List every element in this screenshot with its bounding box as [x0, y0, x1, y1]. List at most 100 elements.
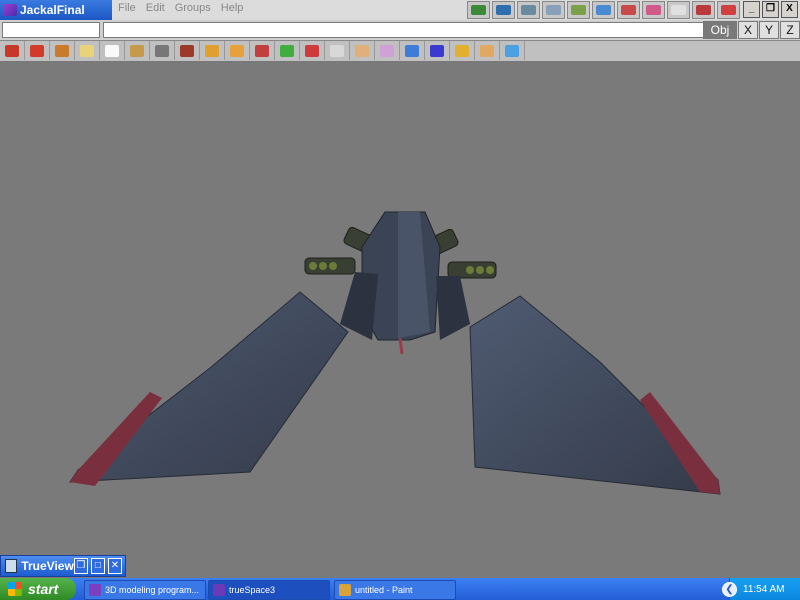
3d-viewport[interactable]	[0, 62, 800, 578]
settings-icon	[571, 5, 586, 15]
left-engine-pod	[304, 257, 356, 275]
top-orbit-button[interactable]	[542, 1, 565, 19]
tool-plane-button[interactable]	[475, 41, 500, 60]
truespace-icon	[213, 584, 225, 596]
clock: 11:54 AM	[743, 583, 785, 595]
pointer-icon	[105, 44, 119, 57]
trueview-panel[interactable]: TrueView ❐ □ ✕	[0, 555, 126, 577]
menu-file[interactable]: File	[118, 0, 136, 20]
top-settings-button[interactable]	[567, 1, 590, 19]
taskbar-item-label: trueSpace3	[229, 585, 276, 595]
material-sphere-icon	[255, 44, 269, 57]
object-box-icon	[55, 44, 69, 57]
sphere-icon	[230, 44, 244, 57]
top-materials-button[interactable]	[617, 1, 640, 19]
tool-erase-button[interactable]	[0, 41, 25, 60]
right-engine-pod	[447, 261, 497, 279]
trueview-maximize-button[interactable]: □	[90, 558, 105, 574]
axis-selector: Obj X Y Z	[702, 21, 800, 39]
top-icon-bar	[467, 1, 740, 19]
color-balls-icon	[405, 44, 419, 57]
gears-icon	[455, 44, 469, 57]
tool-grid-button[interactable]	[425, 41, 450, 60]
tool-light-bulb-button[interactable]	[75, 41, 100, 60]
status-bar: Obj X Y Z	[0, 20, 800, 41]
tool-deform-button[interactable]	[350, 41, 375, 60]
prism-icon	[205, 44, 219, 57]
trueview-label: TrueView	[21, 559, 74, 573]
materials-icon	[621, 5, 636, 15]
taskbar-item-3d-modeling[interactable]: 3D modeling program...	[84, 580, 206, 600]
texture-icon	[380, 44, 394, 57]
top-paint-button[interactable]	[492, 1, 515, 19]
menu-groups[interactable]: Groups	[175, 0, 211, 20]
menu-help[interactable]: Help	[221, 0, 244, 20]
obj-toggle[interactable]: Obj	[703, 21, 737, 39]
top-render-button[interactable]	[467, 1, 490, 19]
taskbar-item-truespace[interactable]: trueSpace3	[208, 580, 330, 600]
top-library-button[interactable]	[592, 1, 615, 19]
tool-texture-button[interactable]	[375, 41, 400, 60]
close-button[interactable]: X	[781, 1, 798, 18]
truespace-app-icon	[3, 4, 17, 16]
tool-path-button[interactable]	[325, 41, 350, 60]
library-icon	[596, 5, 611, 15]
trueview-close-button[interactable]: ✕	[107, 558, 123, 574]
taskbar-item-label: untitled - Paint	[355, 585, 413, 595]
blob-icon	[280, 44, 294, 57]
y-axis-toggle[interactable]: Y	[759, 21, 779, 39]
plane-icon	[480, 44, 494, 57]
browser-icon	[89, 584, 101, 596]
window-title: JackalFinal	[0, 0, 112, 20]
top-display-button[interactable]	[667, 1, 690, 19]
top-palette-button[interactable]	[642, 1, 665, 19]
tool-prism-button[interactable]	[200, 41, 225, 60]
x-axis-toggle[interactable]: X	[738, 21, 758, 39]
right-intake	[436, 276, 470, 340]
tool-gears-button[interactable]	[450, 41, 475, 60]
restore-button[interactable]: ❐	[762, 1, 779, 18]
top-help-button[interactable]	[717, 1, 740, 19]
network-icon	[696, 5, 711, 15]
display-icon	[671, 5, 686, 15]
tool-move-down-button[interactable]	[150, 41, 175, 60]
fly-icon	[521, 5, 536, 15]
tool-blob-button[interactable]	[275, 41, 300, 60]
move-down-icon	[155, 44, 169, 57]
object-name-field[interactable]	[2, 22, 100, 38]
tool-paint-brush-button[interactable]	[300, 41, 325, 60]
tool-delete-button[interactable]	[25, 41, 50, 60]
tool-render-3d-button[interactable]	[500, 41, 525, 60]
z-axis-toggle[interactable]: Z	[780, 21, 800, 39]
top-fly-button[interactable]	[517, 1, 540, 19]
help-icon	[721, 5, 736, 15]
minimize-button[interactable]: _	[743, 1, 760, 18]
paint-icon	[496, 5, 511, 15]
tool-pointer-button[interactable]	[100, 41, 125, 60]
taskbar-item-paint[interactable]: untitled - Paint	[334, 580, 456, 600]
tool-color-balls-button[interactable]	[400, 41, 425, 60]
tool-object-box-button[interactable]	[50, 41, 75, 60]
top-network-button[interactable]	[692, 1, 715, 19]
erase-icon	[5, 44, 19, 57]
window-controls: _ ❐ X	[743, 1, 798, 18]
tool-rotate-object-button[interactable]	[125, 41, 150, 60]
paint-icon	[339, 584, 351, 596]
truespace-window: JackalFinal File Edit Groups Help _ ❐ X …	[0, 0, 800, 600]
tool-sphere-button[interactable]	[225, 41, 250, 60]
trueview-restore-button[interactable]: ❐	[73, 558, 88, 574]
light-bulb-icon	[80, 44, 94, 57]
rotate-object-icon	[130, 44, 144, 57]
menu-edit[interactable]: Edit	[146, 0, 165, 20]
start-button[interactable]: start	[0, 578, 76, 600]
grid-icon	[430, 44, 444, 57]
window-title-text: JackalFinal	[20, 3, 85, 17]
tray-chevron-icon[interactable]: ❮	[722, 581, 737, 597]
tool-cube-button[interactable]	[175, 41, 200, 60]
trueview-icon	[5, 559, 18, 573]
taskbar: start 3D modeling program... trueSpace3 …	[0, 578, 800, 600]
start-label: start	[28, 581, 59, 597]
taskbar-item-label: 3D modeling program...	[105, 585, 200, 595]
tool-material-sphere-button[interactable]	[250, 41, 275, 60]
paint-brush-icon	[305, 44, 319, 57]
